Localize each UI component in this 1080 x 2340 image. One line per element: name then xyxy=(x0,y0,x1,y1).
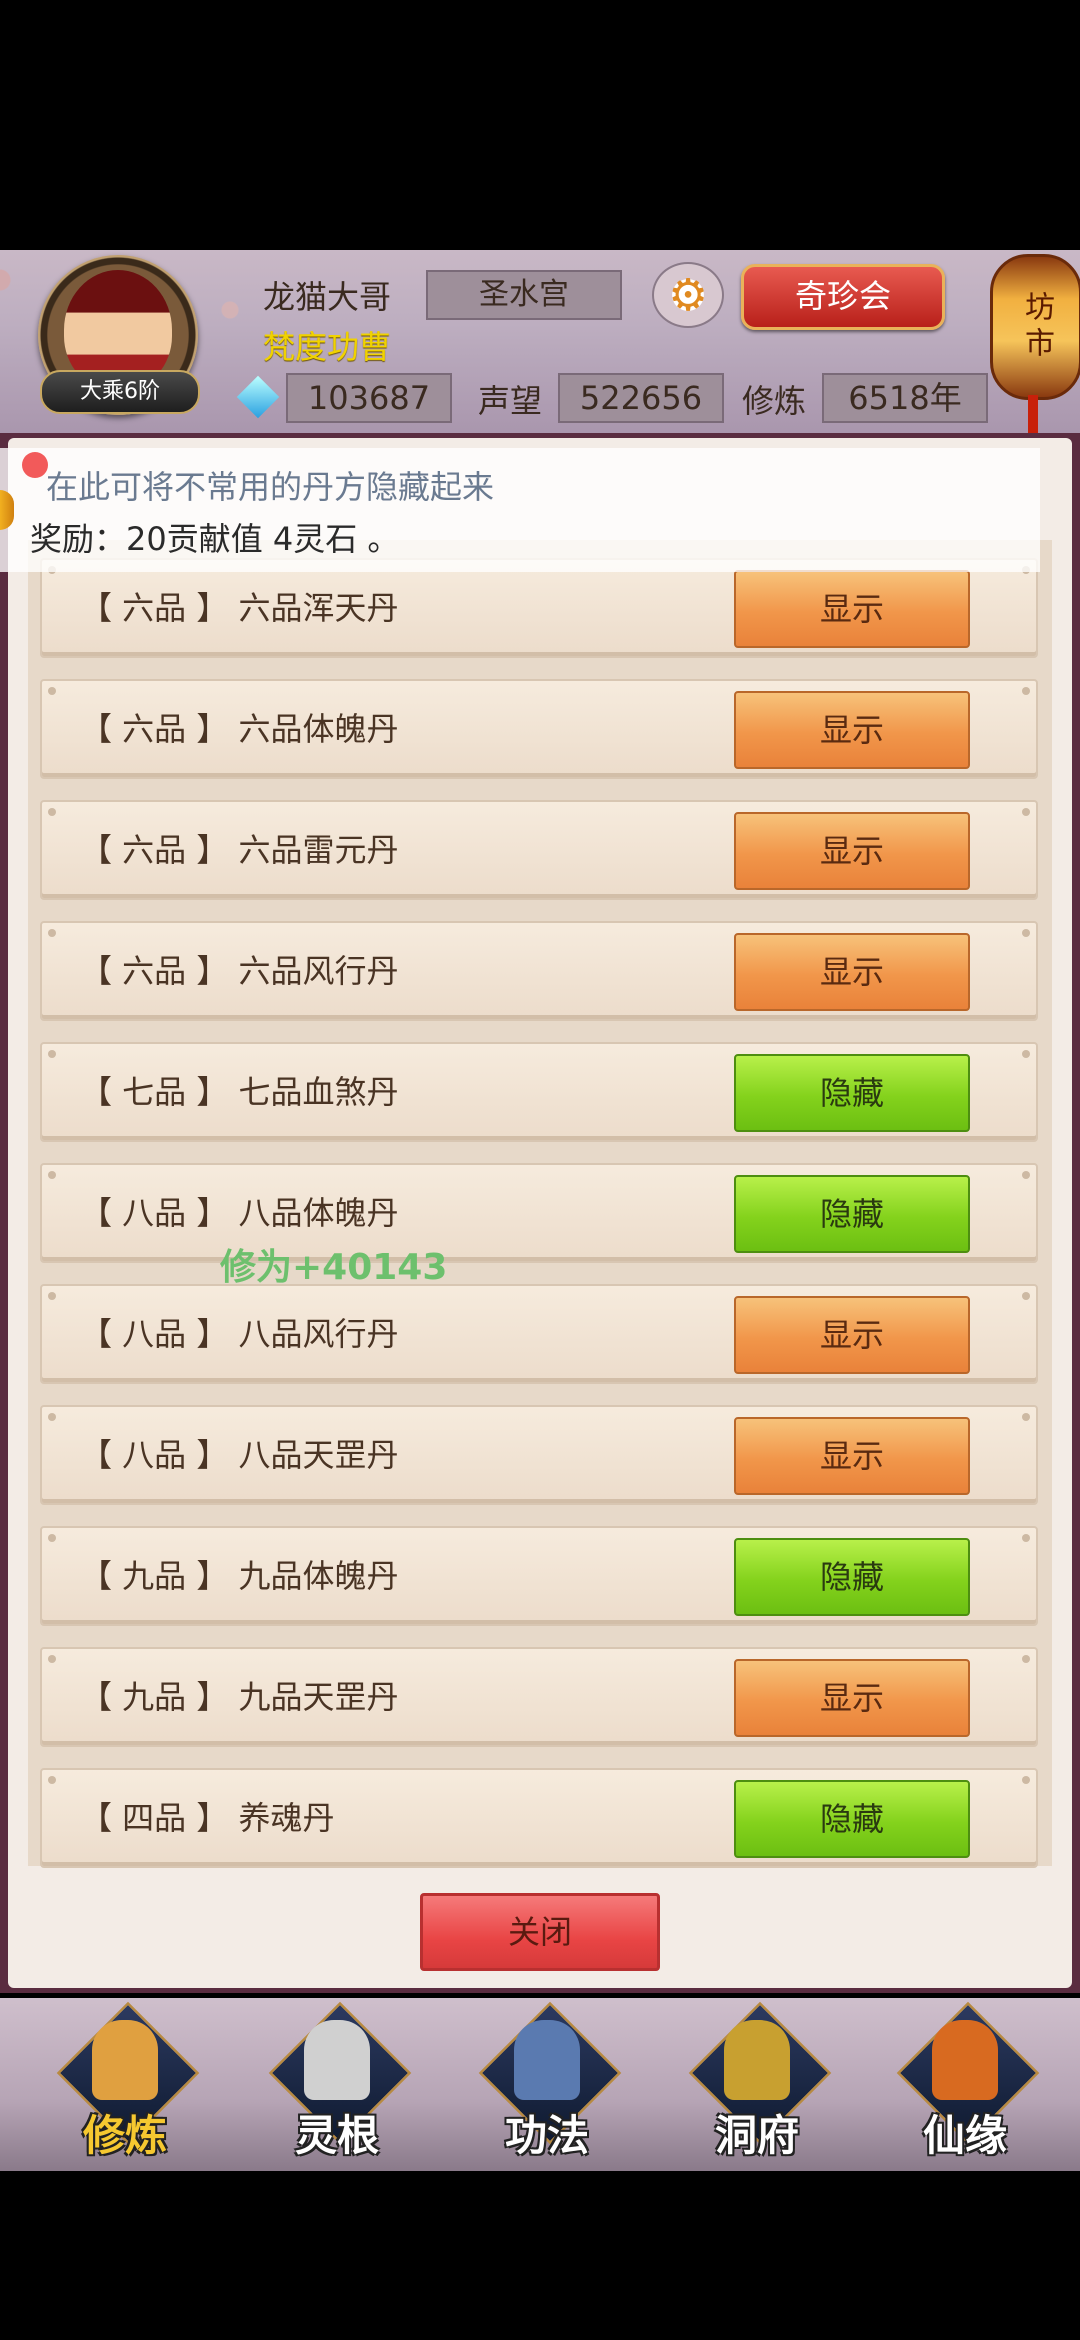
nav-label: 功法 xyxy=(504,2111,589,2160)
hide-button[interactable]: 隐藏 xyxy=(734,1054,970,1132)
nav-label: 修炼 xyxy=(82,2111,167,2160)
pill-name: 【 八品 】 八品天罡丹 xyxy=(80,1436,399,1474)
nav-label: 仙缘 xyxy=(922,2111,1007,2160)
pill-row: 【 六品 】 六品浑天丹 显示 xyxy=(40,558,1038,658)
player-title: 梵度功曹 xyxy=(263,328,392,366)
cultivation-gain-popup: 修为+40143 xyxy=(220,1247,448,1288)
gear-icon: ⚙ xyxy=(668,269,708,321)
pill-row: 【 四品 】 养魂丹 隐藏 xyxy=(40,1768,1038,1868)
pagoda-icon xyxy=(724,2020,790,2100)
show-button[interactable]: 显示 xyxy=(734,812,970,890)
gourd-icon xyxy=(932,2020,998,2100)
pill-row: 【 八品 】 八品风行丹 显示 xyxy=(40,1284,1038,1384)
hide-button[interactable]: 隐藏 xyxy=(734,1538,970,1616)
close-button[interactable]: 关闭 xyxy=(420,1893,660,1971)
pill-name: 【 六品 】 六品浑天丹 xyxy=(80,589,399,627)
settings-button[interactable]: ⚙ xyxy=(652,262,724,328)
pill-name: 【 六品 】 六品风行丹 xyxy=(80,952,399,990)
pill-row: 【 六品 】 六品雷元丹 显示 xyxy=(40,800,1038,900)
cultivation-label: 修炼 xyxy=(742,382,807,420)
rank-badge: 大乘6阶 xyxy=(40,370,200,414)
pill-row: 【 九品 】 九品体魄丹 隐藏 xyxy=(40,1526,1038,1626)
player-name: 龙猫大哥 xyxy=(263,278,392,316)
nav-item-4[interactable]: 仙缘 xyxy=(890,2001,1040,2160)
red-dot-icon xyxy=(22,452,48,478)
pill-row: 【 七品 】 七品血煞丹 隐藏 xyxy=(40,1042,1038,1142)
nav-item-3[interactable]: 洞府 xyxy=(682,2001,832,2160)
hint-text: 在此可将不常用的丹方隐藏起来 xyxy=(46,468,495,506)
pill-name: 【 七品 】 七品血煞丹 xyxy=(80,1073,399,1111)
show-button[interactable]: 显示 xyxy=(734,570,970,648)
treasure-auction-button[interactable]: 奇珍会 xyxy=(741,264,945,330)
pill-row: 【 九品 】 九品天罡丹 显示 xyxy=(40,1647,1038,1747)
sect-name: 圣水宫 xyxy=(426,270,622,320)
fame-label: 声望 xyxy=(478,382,543,420)
fame-value: 522656 xyxy=(558,373,724,423)
hide-button[interactable]: 隐藏 xyxy=(734,1780,970,1858)
nav-item-1[interactable]: 灵根 xyxy=(262,2001,412,2160)
spirit-stone-value: 103687 xyxy=(286,373,452,423)
pill-row: 【 八品 】 八品天罡丹 显示 xyxy=(40,1405,1038,1505)
reward-text: 奖励：20贡献值 4灵石 。 xyxy=(30,520,400,558)
nav-label: 洞府 xyxy=(714,2111,799,2160)
nav-item-0[interactable]: 修炼 xyxy=(50,2001,200,2160)
hide-button[interactable]: 隐藏 xyxy=(734,1175,970,1253)
lantern-tassel xyxy=(1028,395,1038,435)
scroll-book-icon xyxy=(514,2020,580,2100)
show-button[interactable]: 显示 xyxy=(734,1659,970,1737)
show-button[interactable]: 显示 xyxy=(734,933,970,1011)
pill-name: 【 八品 】 八品风行丹 xyxy=(80,1315,399,1353)
show-button[interactable]: 显示 xyxy=(734,1417,970,1495)
cultivation-value: 6518年 xyxy=(822,373,988,423)
pill-name: 【 六品 】 六品雷元丹 xyxy=(80,831,399,869)
pill-name: 【 六品 】 六品体魄丹 xyxy=(80,710,399,748)
market-lantern-button[interactable]: 坊市 xyxy=(990,254,1080,400)
nav-label: 灵根 xyxy=(294,2111,379,2160)
yin-yang-sword-icon xyxy=(304,2020,370,2100)
pill-row: 【 六品 】 六品风行丹 显示 xyxy=(40,921,1038,1021)
nav-item-2[interactable]: 功法 xyxy=(472,2001,622,2160)
hooded-monk-icon xyxy=(92,2020,158,2100)
pill-row: 【 六品 】 六品体魄丹 显示 xyxy=(40,679,1038,779)
show-button[interactable]: 显示 xyxy=(734,691,970,769)
pill-row: 【 八品 】 八品体魄丹 隐藏 xyxy=(40,1163,1038,1263)
pill-name: 【 九品 】 九品体魄丹 xyxy=(80,1557,399,1595)
pill-name: 【 四品 】 养魂丹 xyxy=(80,1799,335,1837)
pill-name: 【 九品 】 九品天罡丹 xyxy=(80,1678,399,1716)
show-button[interactable]: 显示 xyxy=(734,1296,970,1374)
